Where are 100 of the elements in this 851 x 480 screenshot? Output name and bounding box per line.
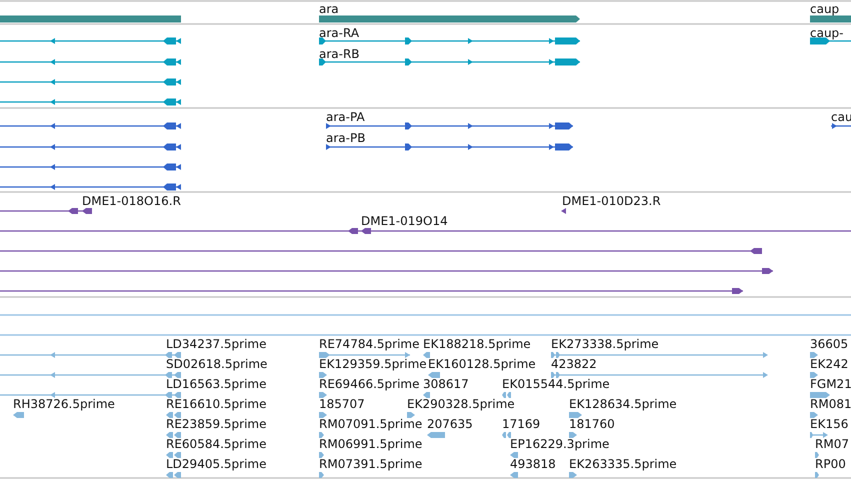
feature-label: RE23859.5prime (166, 417, 266, 431)
feature-label: EK263335.5prime (569, 457, 677, 471)
est-glyph[interactable] (319, 432, 324, 438)
est-glyph[interactable] (166, 412, 181, 418)
feature-label: EK156 (810, 417, 848, 431)
feature-label: DME1-019O14 (361, 214, 448, 228)
feature-label: caup (810, 2, 840, 16)
est-glyph[interactable] (810, 412, 818, 418)
est-glyph[interactable] (166, 452, 181, 458)
feature-label: ara-PB (326, 131, 366, 145)
feature-label: FGM21 (810, 377, 851, 391)
feature-label: EK273338.5prime (551, 337, 659, 351)
clone-glyph[interactable] (0, 228, 851, 234)
feature-label: 493818 (510, 457, 556, 471)
est-glyph[interactable] (551, 372, 768, 378)
transcript-glyph[interactable] (319, 58, 580, 66)
est-glyph[interactable] (319, 472, 324, 478)
est-glyph[interactable] (815, 452, 819, 458)
est-glyph[interactable] (407, 412, 415, 418)
est-glyph[interactable] (319, 392, 327, 398)
est-glyph[interactable] (810, 352, 818, 358)
feature-label: ara (319, 2, 339, 16)
feature-label: SD02618.5prime (166, 357, 268, 371)
est-glyph[interactable] (502, 392, 511, 398)
protein-glyph[interactable] (0, 164, 181, 170)
est-glyph[interactable] (810, 372, 818, 378)
feature-label: EK290328.5prime (407, 397, 515, 411)
est-glyph[interactable] (427, 432, 445, 438)
est-glyph[interactable] (510, 452, 518, 458)
feature-label: ara-RA (319, 26, 360, 40)
est-glyph[interactable] (13, 412, 24, 418)
feature-label: ara-PA (326, 110, 365, 124)
est-glyph[interactable] (319, 352, 410, 358)
est-glyph[interactable] (551, 352, 768, 358)
feature-label: RM07391.5prime (319, 457, 422, 471)
est-glyph[interactable] (166, 472, 181, 478)
feature-label: LD34237.5prime (166, 337, 267, 351)
clone-glyph[interactable] (561, 208, 566, 214)
feature-label: LD29405.5prime (166, 457, 267, 471)
est-glyph[interactable] (319, 452, 324, 458)
est-glyph[interactable] (423, 392, 430, 398)
est-glyph[interactable] (0, 372, 181, 378)
est-glyph[interactable] (510, 472, 518, 478)
feature-label: LD16563.5prime (166, 377, 267, 391)
feature-label: EK015544.5prime (502, 377, 610, 391)
est-glyph[interactable] (569, 472, 577, 478)
est-glyph[interactable] (423, 352, 430, 358)
est-glyph[interactable] (319, 412, 327, 418)
feature-label: RM07091.5prime (319, 417, 422, 431)
feature-label: 423822 (551, 357, 597, 371)
feature-label: RM07 (815, 437, 849, 451)
feature-label: EK160128.5prime (428, 357, 536, 371)
protein-glyph[interactable] (831, 123, 851, 129)
feature-label: 36605 (810, 337, 848, 351)
feature-label: RM081 (810, 397, 851, 411)
feature-label: DME1-018O16.R (82, 194, 181, 208)
protein-glyph[interactable] (0, 144, 181, 150)
transcript-glyph[interactable] (810, 38, 851, 44)
est-glyph[interactable] (815, 472, 819, 478)
transcript-glyph[interactable] (0, 38, 181, 44)
feature-label: RE60584.5prime (166, 437, 266, 451)
transcript-glyph[interactable] (0, 98, 181, 106)
protein-glyph[interactable] (326, 144, 573, 150)
feature-label: DME1-010D23.R (562, 194, 661, 208)
feature-label: 207635 (427, 417, 473, 431)
est-glyph[interactable] (810, 432, 828, 438)
feature-label: EP16229.3prime (510, 437, 610, 451)
feature-label: 185707 (319, 397, 365, 411)
feature-label: caup- (810, 26, 844, 40)
feature-label: EK129359.5prime (319, 357, 427, 371)
feature-label: EK188218.5prime (423, 337, 531, 351)
feature-label: RE69466.5prime (319, 377, 420, 391)
est-glyph[interactable] (810, 392, 830, 398)
feature-label: RE74784.5prime (319, 337, 420, 351)
clone-glyph[interactable] (0, 268, 773, 274)
est-glyph[interactable] (569, 432, 577, 438)
clone-glyph[interactable] (0, 248, 762, 254)
feature-label: RE16610.5prime (166, 397, 266, 411)
est-glyph[interactable] (0, 352, 181, 358)
feature-label: ara-RB (319, 47, 360, 61)
feature-label: RH38726.5prime (13, 397, 115, 411)
transcript-glyph[interactable] (0, 58, 181, 66)
protein-glyph[interactable] (0, 184, 181, 190)
transcript-glyph[interactable] (319, 38, 580, 44)
feature-label: RP00 (815, 457, 846, 471)
feature-label: EK128634.5prime (569, 397, 677, 411)
est-glyph[interactable] (319, 372, 327, 378)
transcript-glyph[interactable] (0, 78, 181, 86)
protein-glyph[interactable] (326, 122, 573, 130)
est-glyph[interactable] (0, 392, 181, 398)
feature-label: EK242 (810, 357, 848, 371)
clone-glyph[interactable] (0, 208, 92, 214)
clone-glyph[interactable] (0, 288, 743, 294)
est-glyph[interactable] (166, 432, 181, 438)
feature-label: 17169 (502, 417, 540, 431)
est-glyph[interactable] (428, 372, 440, 378)
protein-glyph[interactable] (0, 122, 181, 130)
est-glyph[interactable] (569, 412, 582, 418)
feature-label: RM06991.5prime (319, 437, 422, 451)
est-glyph[interactable] (502, 432, 511, 438)
